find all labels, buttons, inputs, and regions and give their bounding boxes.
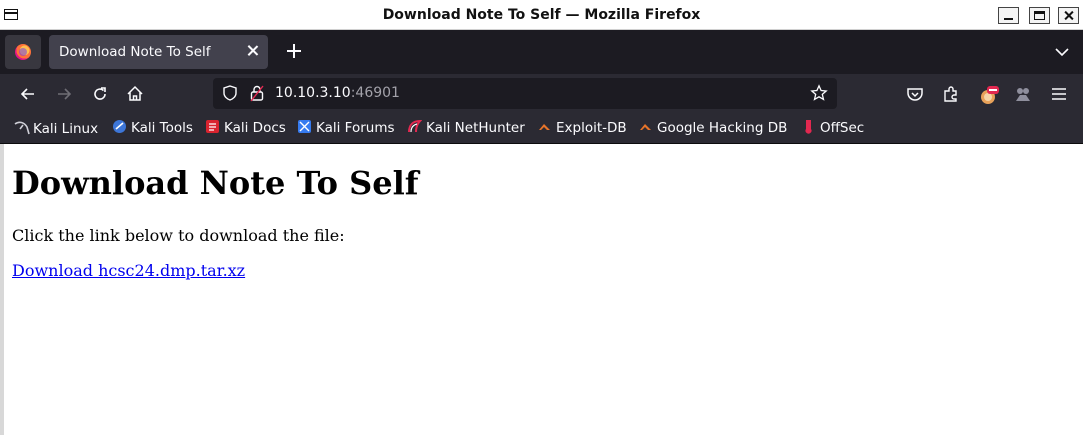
chevron-down-icon[interactable]: [1055, 44, 1069, 58]
tab-close-icon[interactable]: [246, 44, 260, 58]
url-port: :46901: [350, 85, 400, 101]
page-title: Download Note To Self: [12, 164, 419, 202]
bookmarks-toolbar: Kali Linux Kali Tools Kali Docs Kali For…: [0, 114, 1083, 144]
home-icon[interactable]: [125, 84, 145, 104]
tab-download-note[interactable]: Download Note To Self: [49, 35, 268, 69]
page-content: Download Note To Self Click the link bel…: [4, 144, 1083, 435]
bookmark-label: Exploit-DB: [556, 120, 627, 136]
bookmark-star-icon[interactable]: [810, 84, 830, 104]
url-host: 10.10.3.10: [275, 85, 351, 101]
close-window-button[interactable]: [1058, 7, 1079, 24]
bookmark-label: Kali Docs: [224, 120, 286, 136]
ghdb-icon: [638, 119, 652, 133]
bookmark-label: Kali Linux: [33, 121, 99, 137]
kali-tools-icon: [112, 119, 126, 133]
bookmark-kali-forums[interactable]: Kali Forums: [297, 119, 395, 137]
extensions-icon[interactable]: [941, 84, 961, 104]
firefox-logo-icon: [15, 44, 31, 60]
bookmark-label: Kali NetHunter: [426, 120, 525, 136]
bookmark-exploit-db[interactable]: Exploit-DB: [537, 119, 627, 137]
pocket-icon[interactable]: [905, 84, 925, 104]
bookmark-label: Kali Forums: [316, 120, 395, 136]
minimize-button[interactable]: [998, 7, 1019, 24]
bookmark-kali-linux[interactable]: Kali Linux: [14, 119, 98, 137]
window-title: Download Note To Self — Mozilla Firefox: [382, 7, 701, 23]
bookmark-kali-nethunter[interactable]: Kali NetHunter: [407, 119, 525, 137]
hamburger-menu-icon[interactable]: [1049, 84, 1069, 104]
download-link[interactable]: Download hcsc24.dmp.tar.xz: [12, 261, 245, 280]
lock-warning-icon[interactable]: [248, 84, 268, 104]
bookmark-kali-docs[interactable]: Kali Docs: [205, 119, 286, 137]
bookmark-label: Kali Tools: [131, 120, 193, 136]
kali-docs-icon: [205, 119, 219, 133]
url-text[interactable]: 10.10.3.10:46901: [275, 85, 400, 101]
window-titlebar: Download Note To Self — Mozilla Firefox: [0, 0, 1083, 30]
nethunter-icon: [407, 119, 423, 133]
kali-dragon-icon: [14, 119, 30, 135]
bookmark-label: Google Hacking DB: [657, 120, 788, 136]
bookmark-offsec[interactable]: OffSec: [801, 119, 864, 137]
forward-icon[interactable]: [54, 84, 74, 104]
maximize-button[interactable]: [1029, 7, 1050, 24]
tracking-shield-icon[interactable]: [221, 84, 241, 104]
tab-label: Download Note To Self: [59, 44, 211, 60]
extension-puzzle-icon[interactable]: [1013, 84, 1033, 104]
bookmark-kali-tools[interactable]: Kali Tools: [112, 119, 193, 137]
bookmark-label: OffSec: [820, 120, 865, 136]
bookmark-google-hacking-db[interactable]: Google Hacking DB: [638, 119, 787, 137]
foxyproxy-icon[interactable]: [978, 84, 999, 104]
instruction-text: Click the link below to download the fil…: [12, 226, 345, 245]
tab-strip: Download Note To Self: [0, 30, 1083, 74]
firefox-view-button[interactable]: [5, 35, 41, 69]
reload-icon[interactable]: [90, 84, 110, 104]
kali-forums-icon: [297, 119, 311, 133]
navigation-bar: 10.10.3.10:46901: [0, 74, 1083, 114]
new-tab-icon[interactable]: [283, 40, 305, 62]
back-icon[interactable]: [18, 84, 38, 104]
exploit-db-icon: [537, 119, 551, 133]
offsec-icon: [801, 119, 815, 134]
url-bar[interactable]: 10.10.3.10:46901: [213, 78, 837, 109]
